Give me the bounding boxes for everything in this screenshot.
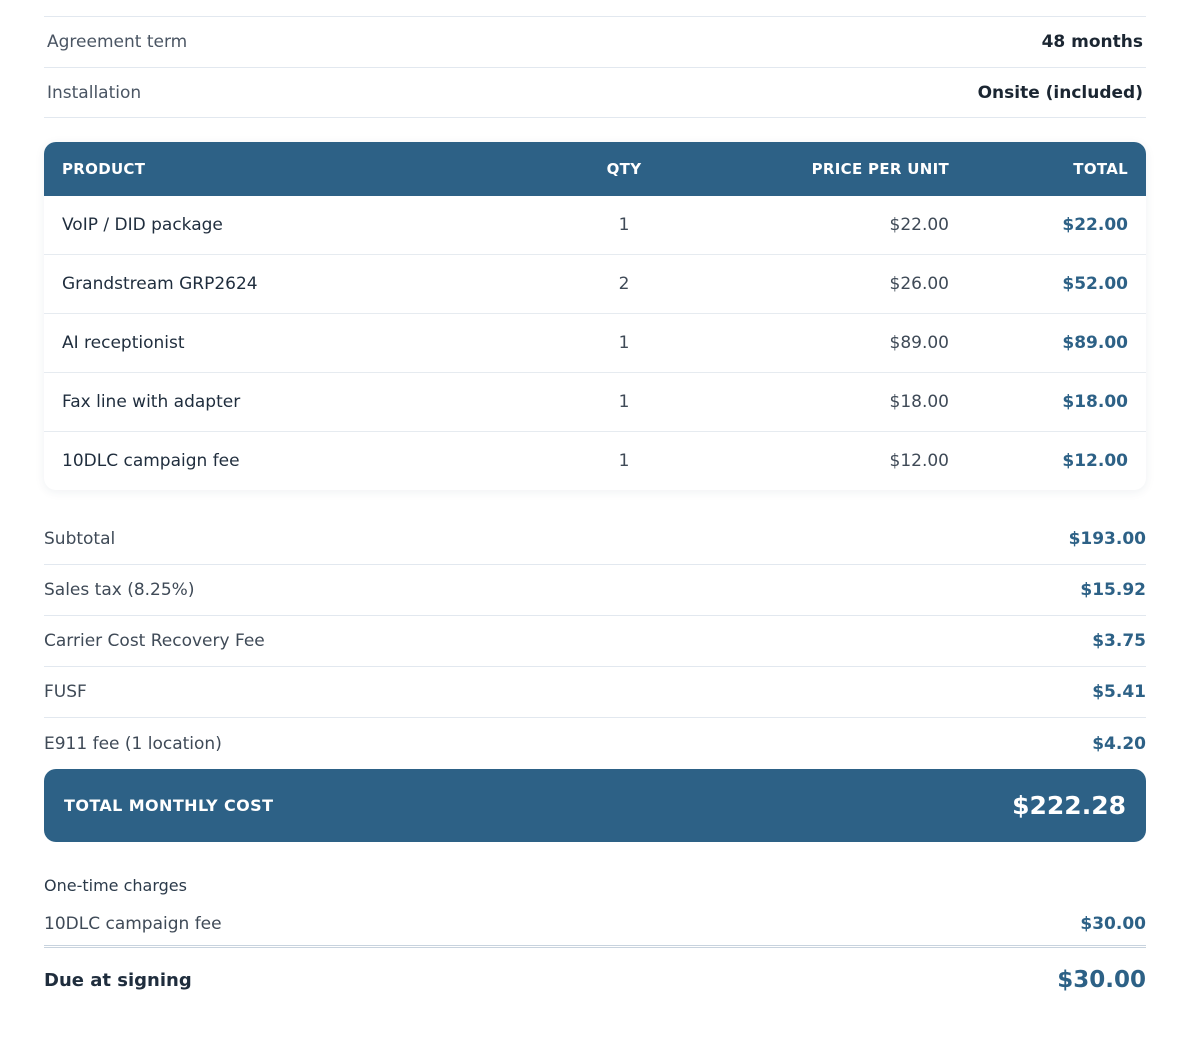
product-qty: 1 (618, 215, 630, 235)
summary-value: $193.00 (1068, 529, 1146, 549)
product-qty: 1 (618, 333, 630, 353)
product-price: $89.00 (889, 333, 949, 353)
summary-value: $5.41 (1092, 682, 1146, 702)
header-product: PRODUCT (62, 160, 146, 178)
installation-value: Onsite (included) (977, 82, 1143, 103)
product-total: $52.00 (1062, 274, 1128, 294)
product-name: Fax line with adapter (62, 392, 241, 412)
summary-row-carrier-fee: Carrier Cost Recovery Fee $3.75 (44, 616, 1146, 667)
summary-label: Subtotal (44, 529, 116, 549)
total-monthly-value: $222.28 (1012, 791, 1126, 820)
due-at-signing-label: Due at signing (44, 969, 192, 991)
product-name: 10DLC campaign fee (62, 451, 240, 471)
summary-label: E911 fee (1 location) (44, 733, 222, 754)
summary-row-sales-tax: Sales tax (8.25%) $15.92 (44, 565, 1146, 616)
product-name: VoIP / DID package (62, 215, 223, 235)
charges-summary: Subtotal $193.00 Sales tax (8.25%) $15.9… (44, 514, 1146, 769)
table-row: AI receptionist 1 $89.00 $89.00 (44, 314, 1146, 373)
product-qty: 1 (618, 451, 630, 471)
product-price: $26.00 (889, 274, 949, 294)
table-header: PRODUCT QTY PRICE PER UNIT TOTAL (44, 142, 1146, 196)
table-row: 10DLC campaign fee 1 $12.00 $12.00 (44, 432, 1146, 490)
product-total: $12.00 (1062, 451, 1128, 471)
one-time-charge-label: 10DLC campaign fee (44, 914, 222, 934)
summary-label: Sales tax (8.25%) (44, 580, 195, 600)
product-price: $22.00 (889, 215, 949, 235)
installation-label: Installation (47, 82, 142, 103)
table-row: Fax line with adapter 1 $18.00 $18.00 (44, 373, 1146, 432)
summary-row-e911: E911 fee (1 location) $4.20 (44, 718, 1146, 769)
product-qty: 1 (618, 392, 630, 412)
summary-value: $4.20 (1092, 733, 1146, 754)
due-at-signing-row: Due at signing $30.00 (44, 948, 1146, 1012)
table-row: Grandstream GRP2624 2 $26.00 $52.00 (44, 255, 1146, 314)
total-monthly-label: TOTAL MONTHLY COST (64, 796, 274, 815)
agreement-details: Agreement term 48 months Installation On… (44, 16, 1146, 118)
summary-label: FUSF (44, 682, 87, 702)
summary-row-fusf: FUSF $5.41 (44, 667, 1146, 718)
products-table: PRODUCT QTY PRICE PER UNIT TOTAL VoIP / … (44, 142, 1146, 490)
table-row: VoIP / DID package 1 $22.00 $22.00 (44, 196, 1146, 255)
summary-value: $15.92 (1080, 580, 1146, 600)
agreement-term-value: 48 months (1041, 32, 1143, 52)
summary-label: Carrier Cost Recovery Fee (44, 631, 265, 651)
summary-row-subtotal: Subtotal $193.00 (44, 514, 1146, 565)
product-name: AI receptionist (62, 333, 185, 353)
installation-row: Installation Onsite (included) (44, 67, 1146, 118)
one-time-charge-row: 10DLC campaign fee $30.00 (44, 903, 1146, 948)
one-time-charge-value: $30.00 (1080, 914, 1146, 934)
header-price: PRICE PER UNIT (811, 160, 949, 178)
agreement-term-row: Agreement term 48 months (44, 16, 1146, 67)
product-total: $22.00 (1062, 215, 1128, 235)
product-total: $89.00 (1062, 333, 1128, 353)
header-total: TOTAL (1073, 160, 1128, 178)
summary-value: $3.75 (1092, 631, 1146, 651)
order-summary: Agreement term 48 months Installation On… (44, 16, 1146, 1012)
product-price: $18.00 (889, 392, 949, 412)
due-at-signing-value: $30.00 (1057, 967, 1146, 993)
product-name: Grandstream GRP2624 (62, 274, 258, 294)
header-qty: QTY (606, 160, 642, 178)
agreement-term-label: Agreement term (47, 32, 188, 52)
product-qty: 2 (618, 274, 630, 294)
product-price: $12.00 (889, 451, 949, 471)
total-monthly-cost-bar: TOTAL MONTHLY COST $222.28 (44, 769, 1146, 842)
one-time-charges-title: One-time charges (44, 876, 187, 895)
product-total: $18.00 (1062, 392, 1128, 412)
